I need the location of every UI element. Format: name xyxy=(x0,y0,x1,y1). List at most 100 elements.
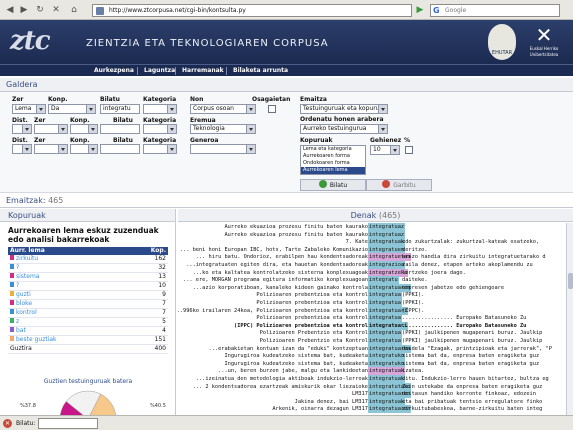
gehienez-value: 10 xyxy=(373,146,381,153)
table-row: bloke 7 xyxy=(8,299,168,310)
nav-bilaketa-arrunta[interactable]: Bilaketa arrunta xyxy=(229,66,292,76)
col-aurr-lema[interactable]: Aurr. lema xyxy=(8,247,124,255)
ehu-logo-icon: ✕ Euskal Herriko Unibertsitatea xyxy=(529,23,559,57)
emaitza-select[interactable]: Testuinguruak eta kopurua xyxy=(300,104,388,114)
kopuruak-option[interactable]: Lema eta kategoria xyxy=(301,146,365,153)
table-row: sistema 13 xyxy=(8,272,168,283)
reload-icon[interactable]: ↻ xyxy=(34,4,46,16)
kop-cell: 10 xyxy=(123,281,168,292)
zer-select-3[interactable] xyxy=(34,144,68,154)
kop-cell: 400 xyxy=(123,344,168,355)
stop-icon[interactable]: ✕ xyxy=(50,4,62,16)
lema-cell[interactable]: beste guztiak xyxy=(8,335,124,346)
lema-cell[interactable]: guzti xyxy=(8,290,124,301)
home-icon[interactable]: ⌂ xyxy=(68,4,80,16)
pie-label: %40.5 xyxy=(150,403,166,409)
eremua-value: Teknologia xyxy=(193,125,225,132)
zer-label: Zer xyxy=(34,117,46,124)
lema-cell[interactable]: ? xyxy=(8,263,124,274)
table-row: bat 4 xyxy=(8,326,168,337)
kopuruak-listbox[interactable]: Lema eta kategoria Aurrekoaren forma Ond… xyxy=(300,145,366,175)
lema-cell[interactable]: sistema xyxy=(8,272,124,283)
kop-cell: 4 xyxy=(123,326,168,337)
bilatu-label: Bilatu xyxy=(100,96,120,103)
zer-select-2[interactable] xyxy=(34,124,68,134)
kategoria-select-3[interactable] xyxy=(143,144,177,154)
ordenatu-select[interactable]: Aurreko testuingurua xyxy=(300,124,388,134)
lema-cell[interactable]: zirkuitu xyxy=(8,255,124,265)
kopuruak-option[interactable]: Aurrekoaren forma xyxy=(301,153,365,160)
scroll-thumb[interactable] xyxy=(568,273,573,289)
kategoria-label: Kategoria xyxy=(143,137,177,144)
go-icon[interactable]: ▶ xyxy=(414,4,426,16)
bilatu-input[interactable]: integratu xyxy=(100,104,140,114)
dist-label: Dist. xyxy=(12,137,28,144)
find-label: Bilatu: xyxy=(16,420,36,427)
find-input[interactable] xyxy=(38,418,98,429)
table-row: ? 10 xyxy=(8,281,168,292)
right-context: zirkuitubabeskoa, barne-zirkuitu baten i… xyxy=(402,406,543,413)
pie-label: %37.8 xyxy=(20,403,36,409)
form-buttons: Bilatu Garbitu xyxy=(0,179,573,192)
search-arrow-icon xyxy=(318,180,327,188)
nav-laguntza[interactable]: Laguntza xyxy=(140,66,179,76)
table-row: zirkuitu 162 xyxy=(8,255,168,265)
lema-cell[interactable]: z xyxy=(8,317,124,328)
kopuruak-title: Aurrekoaren lema eskuz zuzenduak edo ana… xyxy=(8,226,159,244)
site-logo[interactable]: ztc xyxy=(10,26,51,56)
nav-aurkezpena[interactable]: Aurkezpena xyxy=(90,66,138,76)
lema-cell[interactable]: bat xyxy=(8,326,124,337)
close-find-icon[interactable]: ✕ xyxy=(3,419,12,428)
eremua-label: Eremua xyxy=(190,117,216,124)
col-kop[interactable]: Kop. xyxy=(123,247,168,255)
dist-select[interactable] xyxy=(12,124,32,134)
back-icon[interactable]: ◀ xyxy=(4,4,16,16)
bilatu-label: Bilatu xyxy=(113,137,133,144)
denak-header: Denak (465) xyxy=(178,209,573,222)
percent-checkbox[interactable] xyxy=(405,146,413,154)
lema-cell[interactable]: ? xyxy=(8,281,124,292)
galdera-header: Galdera xyxy=(0,78,573,92)
table-header-row: Aurr. lema Kop. xyxy=(8,247,168,255)
konp-select-3[interactable] xyxy=(70,144,98,154)
eremua-select[interactable]: Teknologia xyxy=(190,124,256,134)
kopuruak-option-selected[interactable]: Aurrekoaren lema xyxy=(301,167,365,174)
nav-separator xyxy=(137,67,138,75)
nav-separator xyxy=(226,67,227,75)
lema-text: sistema xyxy=(16,273,40,281)
color-swatch-icon xyxy=(10,282,14,288)
bilatu-input-2[interactable] xyxy=(100,124,140,134)
kategoria-select[interactable] xyxy=(143,104,177,114)
zer-select[interactable]: Lema xyxy=(12,104,46,114)
konp-select-2[interactable] xyxy=(70,124,98,134)
bilatu-input-3[interactable] xyxy=(100,144,140,154)
dist-select-3[interactable] xyxy=(12,144,32,154)
concordance-row[interactable]: Arkenik, oinarra dezagun LM317 integratua… xyxy=(178,405,558,414)
site-title: ZIENTZIA ETA TEKNOLOGIAREN CORPUSA xyxy=(86,38,329,49)
lema-cell[interactable]: Guztira xyxy=(8,344,124,355)
concordance-scrollbar[interactable] xyxy=(566,223,573,415)
kopuruak-option[interactable]: Ondokoaren forma xyxy=(301,160,365,167)
emaitzak-label: Emaitzak: xyxy=(6,196,46,205)
gehienez-select[interactable]: 10 xyxy=(370,145,400,155)
url-bar[interactable]: http://www.ztcorpusa.net/cgi-bin/kontsul… xyxy=(92,4,412,17)
kop-cell: 151 xyxy=(123,335,168,346)
generoa-select[interactable] xyxy=(190,144,256,154)
lema-text: guzti xyxy=(16,291,31,299)
query-form: Zer Konp. Bilatu Kategoria Lema Da integ… xyxy=(0,92,573,193)
garbitu-button[interactable]: Garbitu xyxy=(366,179,432,191)
google-icon: G xyxy=(433,6,440,15)
kop-cell: 7 xyxy=(123,299,168,310)
osagaietan-checkbox[interactable] xyxy=(268,105,276,113)
lema-cell[interactable]: bloke xyxy=(8,299,124,310)
emaitzak-count: 465 xyxy=(48,196,64,205)
nav-harremanak[interactable]: Harremanak xyxy=(178,66,228,76)
konp-select[interactable]: Da xyxy=(48,104,96,114)
kategoria-label: Kategoria xyxy=(143,117,177,124)
forward-icon[interactable]: ▶ xyxy=(18,4,30,16)
web-search-input[interactable]: G Google xyxy=(430,4,560,17)
bilatu-button[interactable]: Bilatu xyxy=(300,179,366,191)
kategoria-select-2[interactable] xyxy=(143,124,177,134)
non-select[interactable]: Corpus osoan xyxy=(190,104,256,114)
lema-cell[interactable]: kontrol xyxy=(8,308,124,319)
